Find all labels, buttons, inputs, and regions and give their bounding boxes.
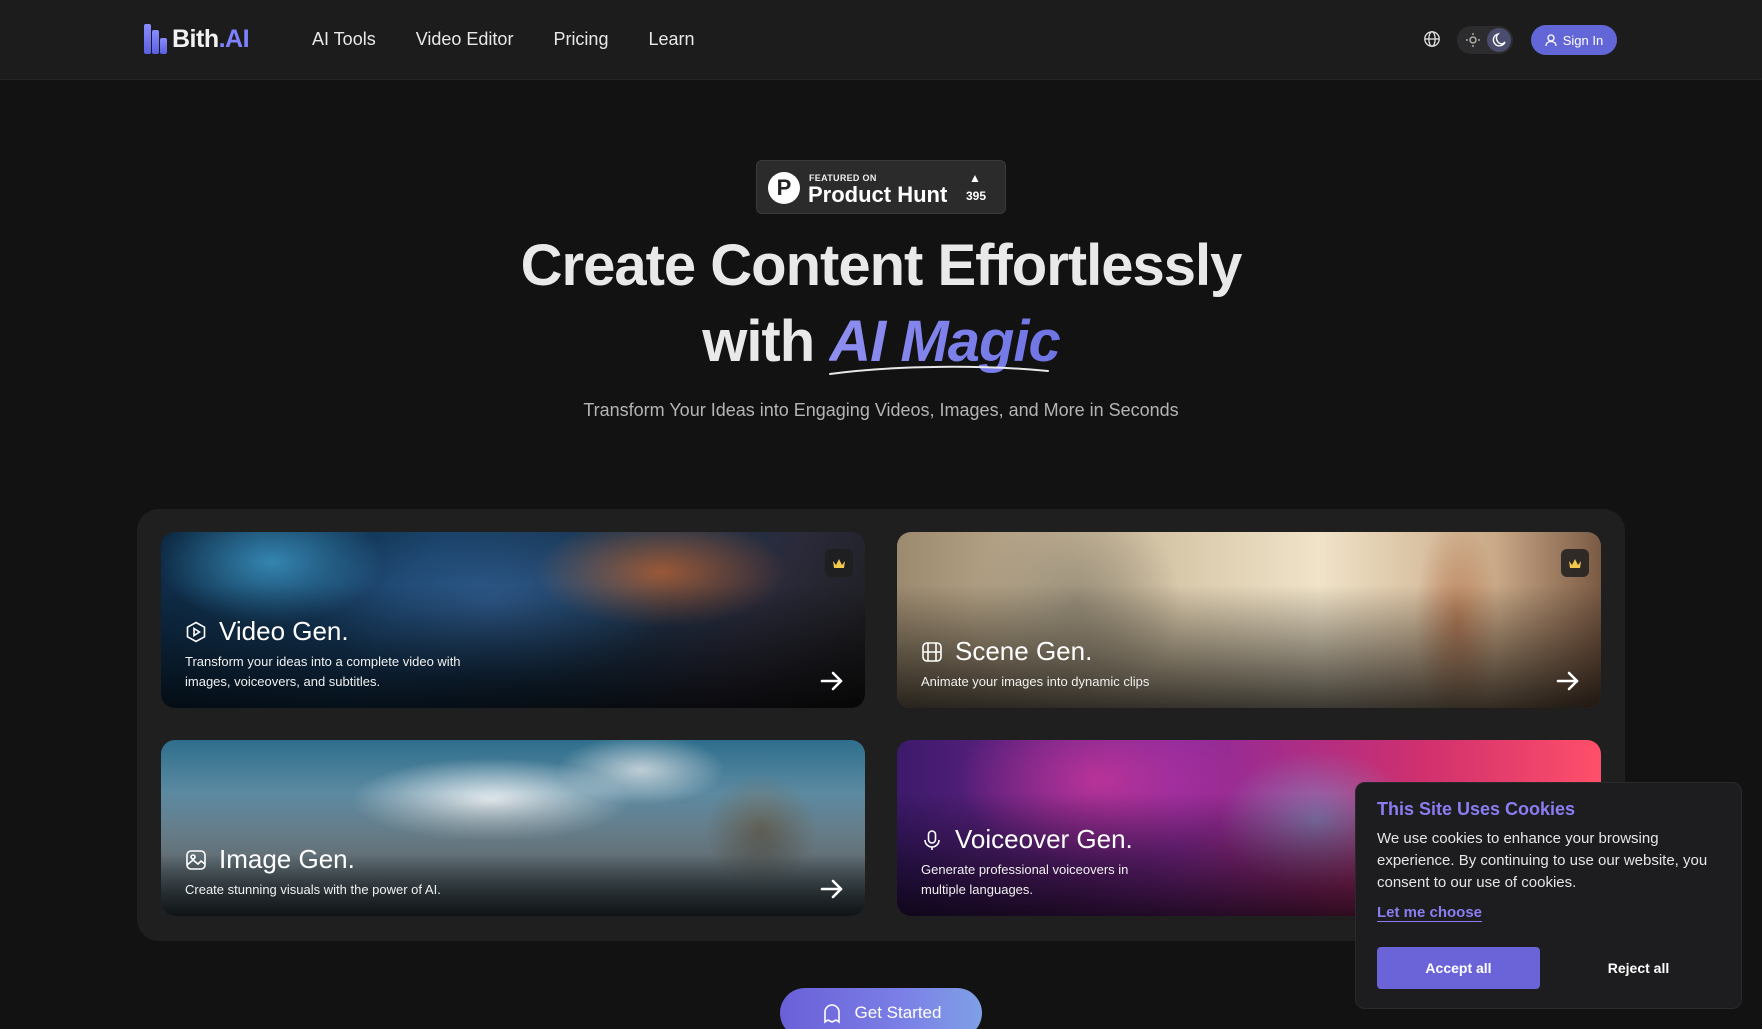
nav-links: AI Tools Video Editor Pricing Learn	[312, 27, 735, 51]
card-description: Transform your ideas into a complete vid…	[185, 654, 461, 689]
product-hunt-icon: P	[768, 172, 800, 204]
upvote-icon: ▲	[969, 171, 981, 185]
card-scene-gen[interactable]: Scene Gen. Animate your images into dyna…	[897, 532, 1601, 708]
sign-in-button[interactable]: Sign In	[1531, 25, 1617, 55]
ph-name: Product Hunt	[808, 182, 948, 207]
microphone-icon	[924, 830, 940, 850]
nav-link-video-editor[interactable]: Video Editor	[416, 27, 514, 51]
crown-icon	[1561, 549, 1589, 577]
get-started-button[interactable]: Get Started	[780, 988, 982, 1029]
hero-title-prefix: with	[702, 309, 830, 374]
card-image-gen[interactable]: Image Gen. Create stunning visuals with …	[161, 740, 865, 916]
sun-icon	[1466, 33, 1480, 47]
logo-mark-icon	[144, 22, 168, 56]
highlight-swoosh	[829, 365, 1049, 375]
card-title: Scene Gen.	[955, 636, 1093, 666]
cookie-banner: This Site Uses Cookies We use cookies to…	[1355, 782, 1742, 1009]
hero-subtitle: Transform Your Ideas into Engaging Video…	[583, 400, 1179, 420]
cookie-title: This Site Uses Cookies	[1377, 799, 1576, 819]
arrow-right-icon[interactable]	[819, 668, 845, 694]
card-description: Animate your images into dynamic clips	[921, 674, 1150, 689]
cookie-body: We use cookies to enhance your browsing …	[1377, 830, 1708, 891]
logo[interactable]: Bith.AI	[144, 22, 250, 56]
arrow-right-icon[interactable]	[819, 876, 845, 902]
product-hunt-badge[interactable]: P FEATURED ON Product Hunt ▲ 395	[756, 160, 1006, 214]
card-description: Create stunning visuals with the power o…	[185, 882, 441, 897]
accept-all-button[interactable]: Accept all	[1377, 947, 1540, 989]
nav-link-pricing[interactable]: Pricing	[553, 27, 608, 51]
card-description: Generate professional voiceovers in mult…	[921, 862, 1129, 897]
sign-in-label: Sign In	[1562, 32, 1604, 48]
crown-icon	[825, 549, 853, 577]
top-navbar: Bith.AI AI Tools Video Editor Pricing Le…	[0, 0, 1762, 80]
reject-all-button[interactable]: Reject all	[1557, 947, 1720, 989]
moon-icon	[1487, 28, 1511, 52]
ph-vote-count: 395	[965, 189, 987, 203]
nav-link-learn[interactable]: Learn	[648, 27, 694, 51]
let-me-choose-link[interactable]: Let me choose	[1377, 904, 1483, 922]
card-title: Image Gen.	[219, 844, 355, 874]
logo-text: Bith.AI	[172, 24, 250, 53]
film-icon	[922, 642, 942, 662]
video-icon	[186, 621, 206, 643]
user-icon	[1545, 33, 1557, 46]
card-title: Video Gen.	[219, 616, 349, 646]
image-icon	[186, 850, 206, 870]
arrow-right-icon[interactable]	[1555, 668, 1581, 694]
theme-toggle[interactable]	[1457, 26, 1513, 54]
hero-title-line1: Create Content Effortlessly	[520, 233, 1243, 298]
card-title: Voiceover Gen.	[955, 824, 1133, 854]
globe-icon[interactable]	[1423, 30, 1441, 48]
ghost-icon	[823, 1004, 840, 1024]
get-started-label: Get Started	[854, 1003, 942, 1022]
nav-link-ai-tools[interactable]: AI Tools	[312, 27, 376, 51]
card-video-gen[interactable]: Video Gen. Transform your ideas into a c…	[161, 532, 865, 708]
